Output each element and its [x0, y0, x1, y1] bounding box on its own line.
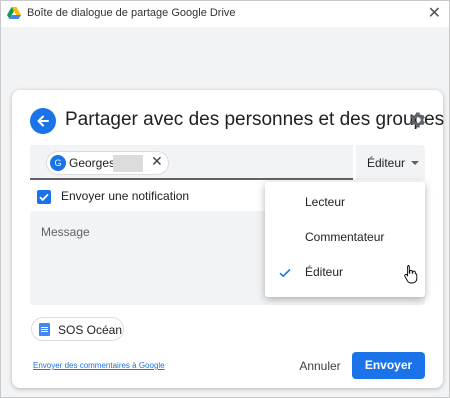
- avatar: G: [50, 155, 66, 171]
- share-dialog-window: Boîte de dialogue de partage Google Driv…: [0, 0, 450, 398]
- arrow-left-icon: [37, 115, 49, 127]
- document-chip[interactable]: SOS Océan: [31, 317, 124, 341]
- back-button[interactable]: [30, 108, 56, 134]
- gear-icon[interactable]: [407, 110, 427, 130]
- notification-label: Envoyer une notification: [61, 189, 190, 203]
- check-icon: [279, 268, 291, 278]
- title-bar: Boîte de dialogue de partage Google Driv…: [1, 1, 449, 27]
- recipient-chip[interactable]: G Georges ✕: [46, 151, 169, 175]
- caret-down-icon: [411, 161, 419, 165]
- role-option-label: Commentateur: [305, 230, 385, 244]
- window-title: Boîte de dialogue de partage Google Driv…: [27, 7, 236, 19]
- role-menu: Lecteur Commentateur Éditeur: [265, 182, 425, 297]
- recipients-field[interactable]: G Georges ✕: [30, 145, 353, 180]
- role-option-label: Éditeur: [305, 265, 344, 279]
- close-icon[interactable]: ✕: [428, 4, 441, 22]
- send-button[interactable]: Envoyer: [352, 352, 425, 379]
- remove-recipient-icon[interactable]: ✕: [151, 154, 163, 170]
- google-drive-icon: [7, 7, 21, 19]
- document-name: SOS Océan: [58, 323, 123, 337]
- notification-checkbox[interactable]: [37, 190, 51, 204]
- recipient-name: Georges: [69, 156, 116, 170]
- google-docs-icon: [39, 323, 50, 336]
- role-option-editeur[interactable]: Éditeur: [265, 257, 425, 289]
- role-dropdown-button[interactable]: Éditeur: [356, 145, 425, 180]
- dialog-title: Partager avec des personnes et des group…: [65, 109, 445, 130]
- hand-cursor-icon: [404, 265, 418, 284]
- redacted-name-block: [113, 155, 143, 172]
- role-dropdown-label: Éditeur: [367, 156, 406, 170]
- check-icon: [39, 193, 49, 202]
- cancel-button[interactable]: Annuler: [290, 354, 350, 378]
- role-option-commentateur[interactable]: Commentateur: [265, 222, 425, 254]
- role-option-lecteur[interactable]: Lecteur: [265, 187, 425, 219]
- role-option-label: Lecteur: [305, 195, 346, 209]
- feedback-link[interactable]: Envoyer des commentaires à Google: [33, 361, 165, 370]
- message-placeholder: Message: [41, 225, 90, 239]
